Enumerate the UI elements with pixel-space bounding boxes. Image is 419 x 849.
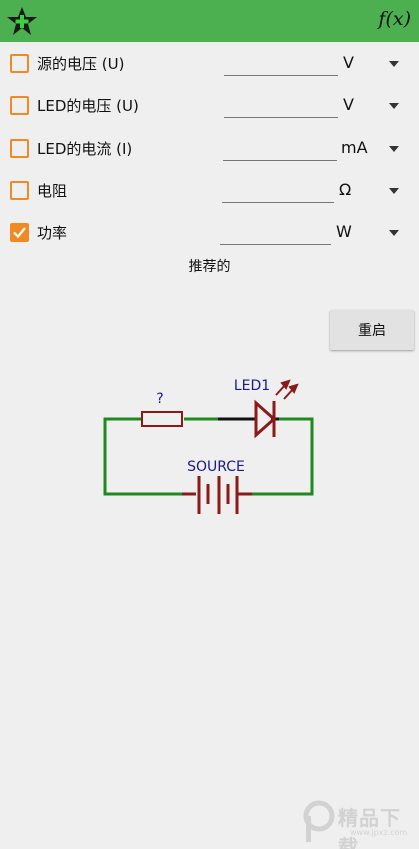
unit-led-voltage[interactable]: V — [343, 95, 354, 114]
dropdown-arrow-icon[interactable] — [389, 230, 399, 236]
label-led-voltage: LED的电压 (U) — [37, 97, 139, 115]
watermark-text: 精品下载 — [338, 806, 401, 849]
input-source-voltage[interactable] — [224, 75, 338, 76]
label-source-voltage: 源的电压 (U) — [37, 55, 125, 73]
input-led-voltage[interactable] — [224, 117, 338, 118]
label-led-current: LED的电流 (I) — [37, 140, 133, 158]
row-resistance: 电阻 Ω — [0, 170, 419, 210]
watermark-logo-icon — [303, 800, 335, 842]
row-led-current: LED的电流 (I) mA — [0, 128, 419, 168]
input-resistance[interactable] — [222, 202, 334, 203]
source-label: SOURCE — [187, 459, 245, 475]
watermark-url: www.jpxz.com — [350, 828, 408, 837]
circuit-wires — [103, 417, 314, 496]
led-label: LED1 — [234, 378, 270, 394]
unit-source-voltage[interactable]: V — [343, 53, 354, 72]
label-power: 功率 — [37, 224, 68, 242]
star-plus-icon[interactable] — [6, 6, 38, 36]
checkbox-led-voltage[interactable] — [10, 96, 29, 115]
dropdown-arrow-icon[interactable] — [389, 188, 399, 194]
checkbox-power[interactable] — [10, 223, 29, 242]
dropdown-arrow-icon[interactable] — [389, 146, 399, 152]
row-source-voltage: 源的电压 (U) V — [0, 43, 419, 83]
circuit-diagram: ? LED1 SOURCE — [103, 378, 314, 514]
row-led-voltage: LED的电压 (U) V — [0, 85, 419, 125]
dropdown-arrow-icon[interactable] — [389, 103, 399, 109]
checkbox-resistance[interactable] — [10, 181, 29, 200]
checkmark-icon — [13, 227, 26, 239]
unit-power[interactable]: W — [336, 222, 352, 241]
battery-symbol — [182, 476, 252, 514]
input-led-current[interactable] — [223, 160, 337, 161]
watermark: 精品下载 www.jpxz.com — [302, 800, 417, 849]
app-toolbar: f(x) — [0, 0, 419, 42]
checkbox-led-current[interactable] — [10, 139, 29, 158]
unit-led-current[interactable]: mA — [341, 138, 368, 157]
resistor-symbol — [141, 411, 183, 427]
row-power: 功率 W — [0, 212, 419, 252]
recommended-label: 推荐的 — [188, 259, 231, 275]
input-power[interactable] — [220, 244, 331, 245]
dropdown-arrow-icon[interactable] — [389, 61, 399, 67]
resistor-label: ? — [156, 391, 163, 407]
reset-button[interactable]: 重启 — [330, 310, 414, 350]
label-resistance: 电阻 — [37, 182, 68, 200]
formula-button[interactable]: f(x) — [378, 8, 411, 30]
unit-resistance[interactable]: Ω — [339, 180, 351, 199]
checkbox-source-voltage[interactable] — [10, 54, 29, 73]
